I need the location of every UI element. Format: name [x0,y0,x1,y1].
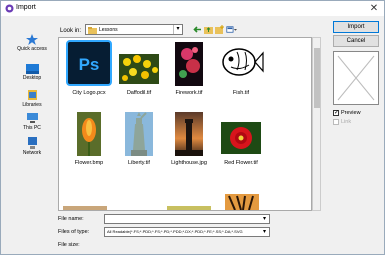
photoshop-thumbnail: Ps [66,40,112,86]
red-flower-thumbnail [221,122,261,154]
svg-text:Ps: Ps [79,55,100,74]
filetype-label: Files of type: [58,229,90,235]
network-icon [27,137,37,149]
place-desktop[interactable]: Desktop [9,64,55,81]
cancel-button[interactable]: Cancel [333,35,379,47]
chevron-down-icon[interactable]: ▾ [173,25,182,34]
liberty-thumbnail [125,112,153,156]
import-button[interactable]: Import [333,21,379,33]
empty-preview-icon [337,55,375,101]
star-icon [26,34,38,45]
partial-thumbnail [63,206,107,210]
flower-thumbnail [77,112,101,156]
link-checkbox: Link [333,119,379,127]
file-name: Lighthouse.jpg [171,160,207,166]
app-icon [5,4,14,13]
place-label: Quick access [17,46,47,52]
back-arrow-icon[interactable] [192,24,203,35]
place-label: Network [22,150,42,156]
vertical-scrollbar[interactable] [312,37,321,211]
lookin-label: Look in: [60,28,82,34]
place-libraries[interactable]: Libraries [9,89,55,108]
desktop-icon [25,64,39,74]
place-network[interactable]: Network [9,137,55,156]
file-name: Firework.tif [175,90,203,96]
lookin-dropdown[interactable]: Lessons ▾ [85,24,183,35]
chevron-down-icon[interactable]: ▾ [260,215,269,223]
place-label: Libraries [22,102,42,108]
window-title: Import [16,4,36,11]
filesize-label: File size: [58,242,80,248]
libraries-icon [27,90,37,100]
checkbox-checked-icon[interactable]: ✓ [333,110,339,116]
new-folder-icon[interactable] [214,24,225,35]
fish-thumbnail [222,48,264,76]
filename-label: File name: [58,216,84,222]
filename-input[interactable]: ▾ [104,214,270,224]
preview-checkbox[interactable]: ✓ Preview [333,110,379,118]
preview-label: Preview [341,110,361,116]
place-this-pc[interactable]: This PC [9,113,55,131]
link-label: Link [341,119,352,125]
places-bar: Quick access Desktop Libraries This PC N… [9,34,55,164]
file-list[interactable]: Ps City Logo.pcx Daffodil.tif Firework.t… [58,37,312,211]
place-label: This PC [23,125,41,131]
title-bar: Import ✕ [1,1,384,16]
close-icon[interactable]: ✕ [367,2,381,15]
file-name: Red Flower.tif [224,160,258,166]
chevron-down-icon[interactable]: ▾ [260,228,269,236]
daffodil-thumbnail [119,54,159,84]
import-dialog: Import ✕ Quick access Desktop Libraries … [0,0,385,255]
folder-icon [88,27,97,34]
lighthouse-thumbnail [175,112,203,156]
preview-box [333,51,379,105]
computer-icon [26,113,38,123]
filetype-value: All Readable(*.FS;*.PDD;*.FS;*.PD;*.PDD;… [107,229,243,234]
tiger-thumbnail [225,194,259,210]
partial-thumbnail [167,206,211,210]
firework-thumbnail [175,42,203,86]
lookin-value: Lessons [99,27,118,33]
checkbox-icon [333,119,339,125]
scrollbar-thumb[interactable] [314,48,320,108]
place-label: Desktop [22,75,42,81]
filetype-dropdown[interactable]: All Readable(*.FS;*.PDD;*.FS;*.PD;*.PDD;… [104,227,270,237]
up-folder-icon[interactable] [203,24,214,35]
file-name: Fish.tif [232,90,250,96]
place-quick-access[interactable]: Quick access [9,34,55,52]
view-menu-icon[interactable] [226,24,237,35]
